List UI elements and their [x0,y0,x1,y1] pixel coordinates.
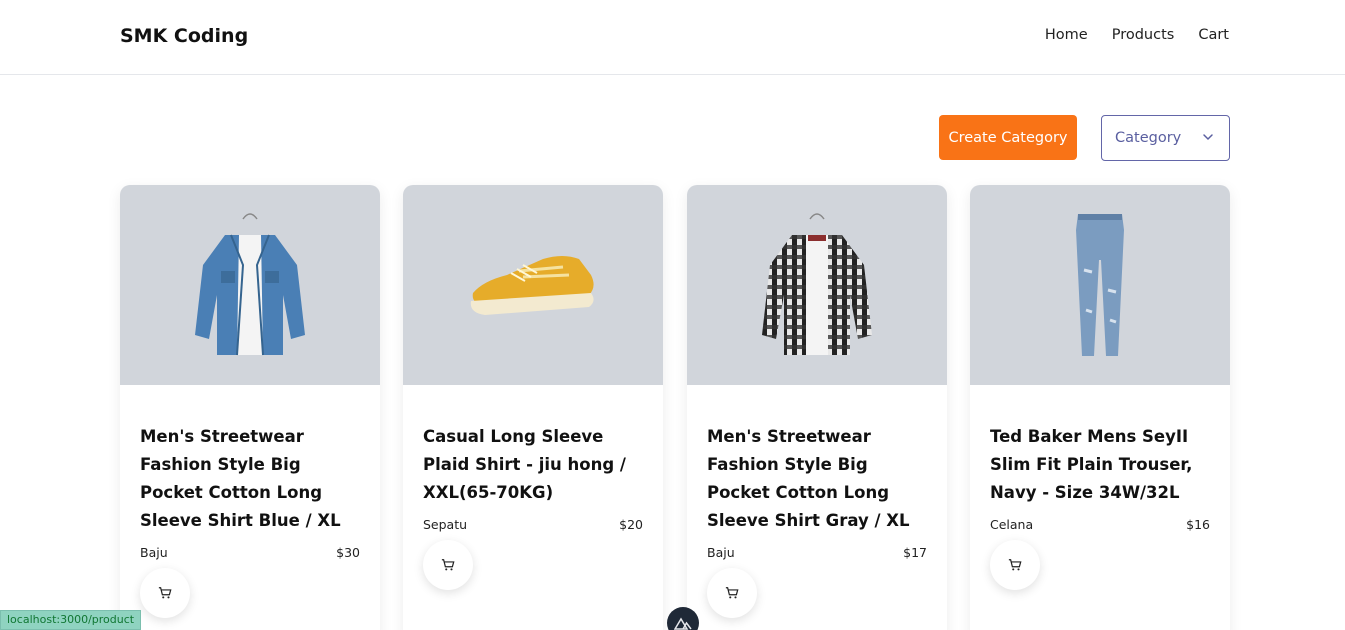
product-category: Celana [990,517,1034,532]
product-image [403,185,663,385]
create-category-button[interactable]: Create Category [939,115,1077,160]
plaid-shirt-icon [762,213,872,355]
product-category: Sepatu [423,517,468,532]
nav-products-link[interactable]: Products [1112,27,1175,43]
product-image [970,185,1230,385]
product-title: Ted Baker Mens SeyII Slim Fit Plain Trou… [990,427,1193,502]
product-card[interactable]: Ted Baker Mens SeyII Slim Fit Plain Trou… [970,185,1230,630]
sneaker-icon [470,256,594,315]
product-card[interactable]: Men's Streetwear Fashion Style Big Pocke… [120,185,380,630]
nav-cart-link[interactable]: Cart [1198,27,1229,43]
nuxt-logo-icon [674,617,692,630]
product-price: $30 [336,545,360,560]
jeans-icon [1076,214,1124,356]
product-title: Men's Streetwear Fashion Style Big Pocke… [707,427,910,530]
brand-logo[interactable]: SMK Coding [120,25,248,47]
product-image [687,185,947,385]
product-category: Baju [707,545,735,560]
cart-icon [441,559,455,571]
navbar: SMK Coding Home Products Cart [0,0,1345,75]
product-card[interactable]: Casual Long Sleeve Plaid Shirt - jiu hon… [403,185,663,630]
category-dropdown-label: Category [1115,130,1182,146]
product-price: $20 [619,517,643,532]
denim-shirt-icon [195,213,305,356]
add-to-cart-button[interactable] [423,540,473,590]
category-dropdown[interactable]: Category [1101,115,1230,161]
product-price: $16 [1186,517,1210,532]
nav-home-link[interactable]: Home [1045,27,1088,43]
cart-icon [1008,559,1022,571]
product-card[interactable]: Men's Streetwear Fashion Style Big Pocke… [687,185,947,630]
product-title: Men's Streetwear Fashion Style Big Pocke… [140,427,341,530]
cart-icon [725,587,739,599]
status-bar-url: localhost:3000/product [0,610,142,630]
product-category: Baju [140,545,168,560]
product-title: Casual Long Sleeve Plaid Shirt - jiu hon… [423,427,626,502]
cart-icon [158,587,172,599]
add-to-cart-button[interactable] [140,568,190,618]
add-to-cart-button[interactable] [707,568,757,618]
nav-links: Home Products Cart [1045,27,1229,43]
product-price: $17 [903,545,927,560]
add-to-cart-button[interactable] [990,540,1040,590]
chevron-down-icon [1203,134,1213,141]
product-image [120,185,380,385]
